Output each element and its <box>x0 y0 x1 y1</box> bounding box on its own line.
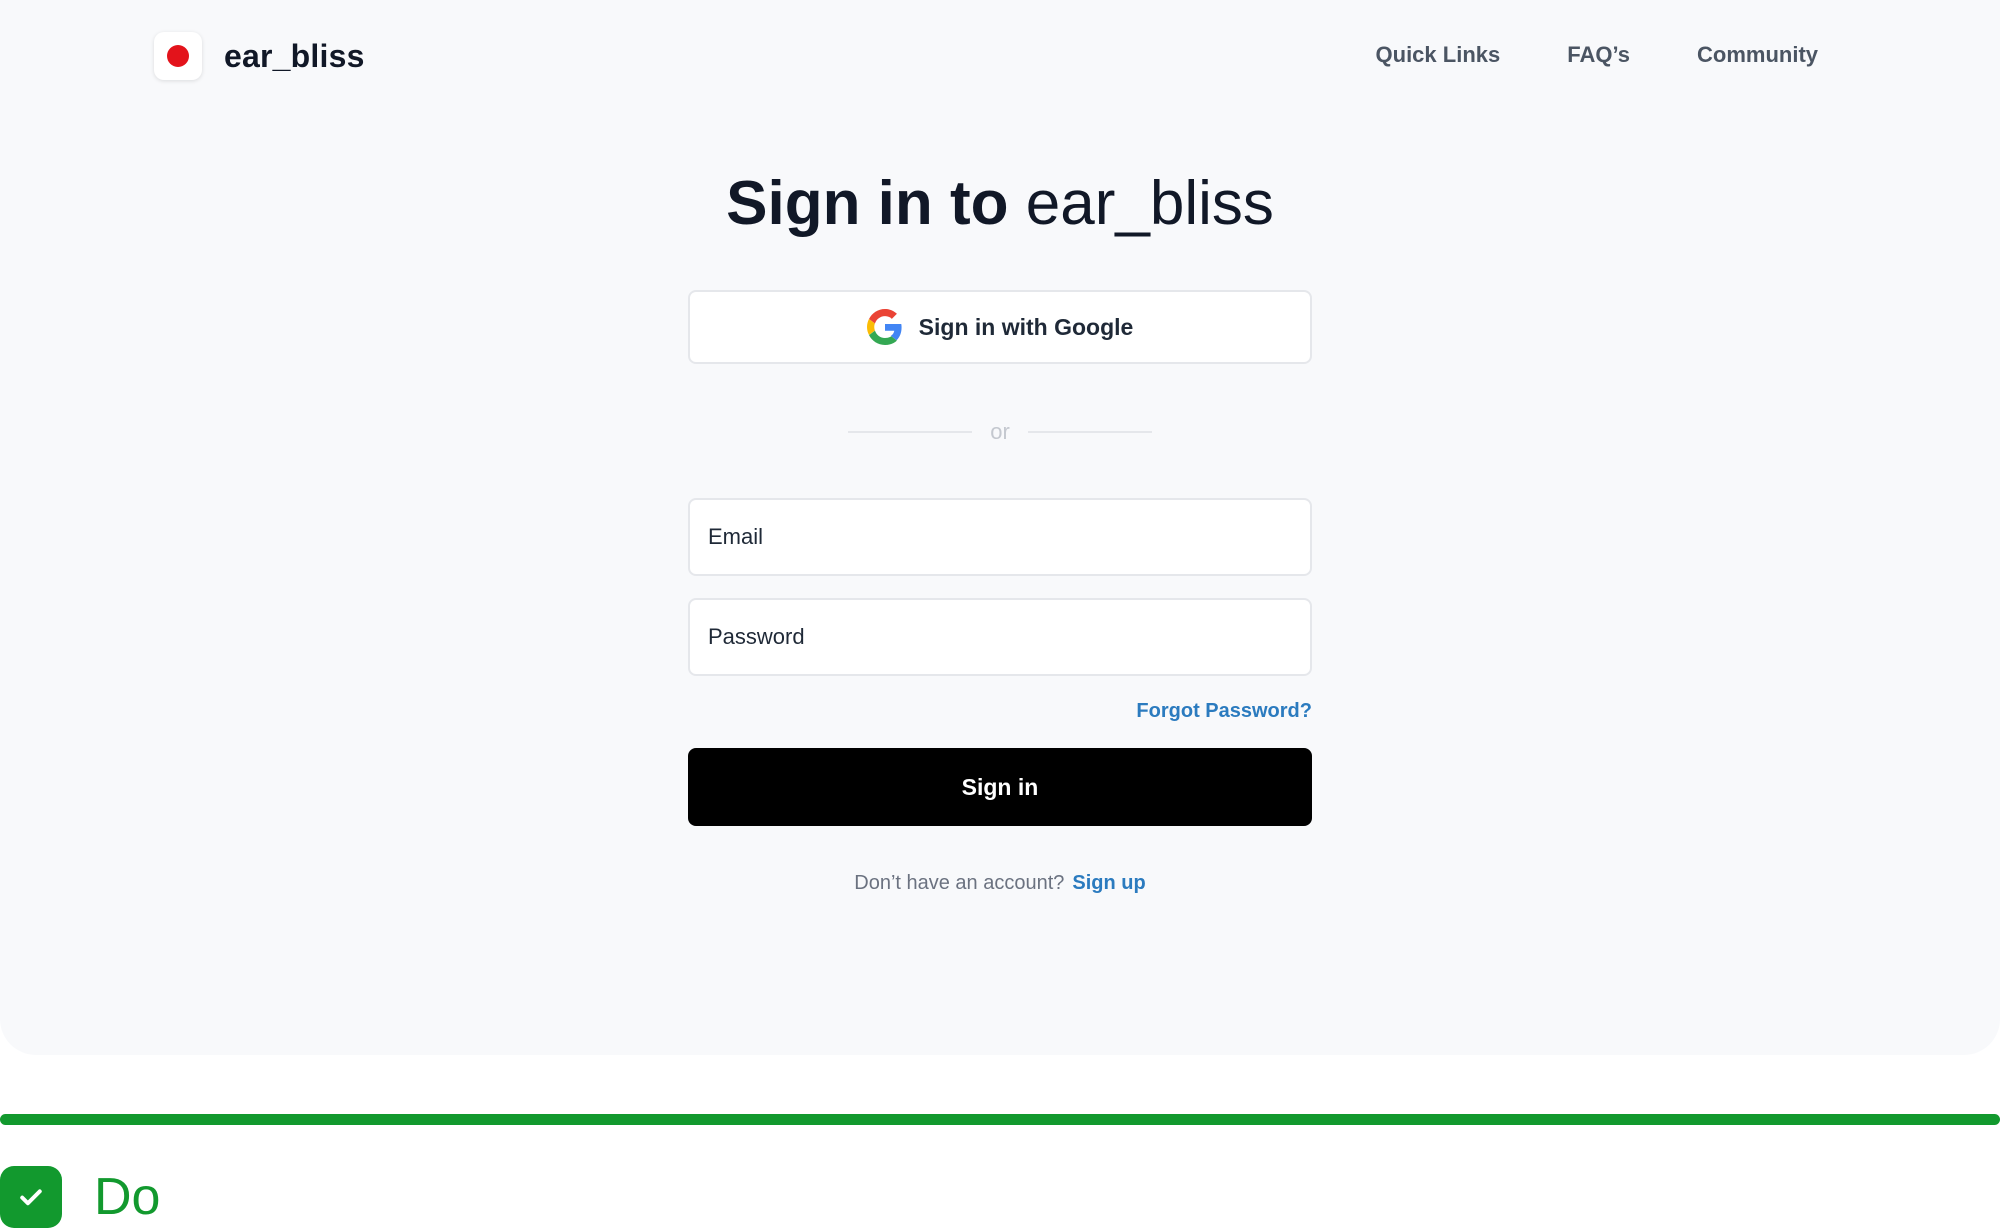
forgot-password-link[interactable]: Forgot Password? <box>1136 700 1312 722</box>
or-divider: or <box>688 418 1312 446</box>
google-signin-label: Sign in with Google <box>918 313 1134 340</box>
signup-prompt-row: Don’t have an account? Sign up <box>688 872 1312 895</box>
signup-prompt: Don’t have an account? <box>854 872 1065 894</box>
divider-text: or <box>990 419 1010 444</box>
do-divider-bar <box>0 1114 2000 1125</box>
do-label: Do <box>94 1168 161 1226</box>
title-bold: Sign in to <box>726 169 1009 238</box>
brand-logo[interactable]: ear_bliss <box>154 32 365 80</box>
signin-button[interactable]: Sign in <box>688 748 1312 826</box>
brand-name: ear_bliss <box>224 37 365 74</box>
forgot-row: Forgot Password? <box>688 700 1312 723</box>
google-g-icon <box>866 309 902 345</box>
title-brand: ear_bliss <box>1025 169 1274 238</box>
divider-line-left <box>848 431 973 433</box>
password-field[interactable] <box>688 598 1312 676</box>
divider-line-right <box>1027 431 1152 433</box>
nav-community[interactable]: Community <box>1697 42 1818 68</box>
signin-page-panel: ear_bliss Quick Links FAQ’s Community Si… <box>0 0 2000 1055</box>
top-nav: Quick Links FAQ’s Community <box>1376 42 1818 68</box>
logo-dot-icon <box>167 45 189 67</box>
page-title: Sign in to ear_bliss <box>0 166 2000 242</box>
email-field[interactable] <box>688 498 1312 576</box>
checkmark-icon <box>0 1166 62 1228</box>
google-signin-button[interactable]: Sign in with Google <box>688 290 1312 364</box>
logo-badge <box>154 32 202 80</box>
signup-link[interactable]: Sign up <box>1072 872 1145 894</box>
nav-faqs[interactable]: FAQ’s <box>1567 42 1630 68</box>
nav-quick-links[interactable]: Quick Links <box>1376 42 1501 68</box>
